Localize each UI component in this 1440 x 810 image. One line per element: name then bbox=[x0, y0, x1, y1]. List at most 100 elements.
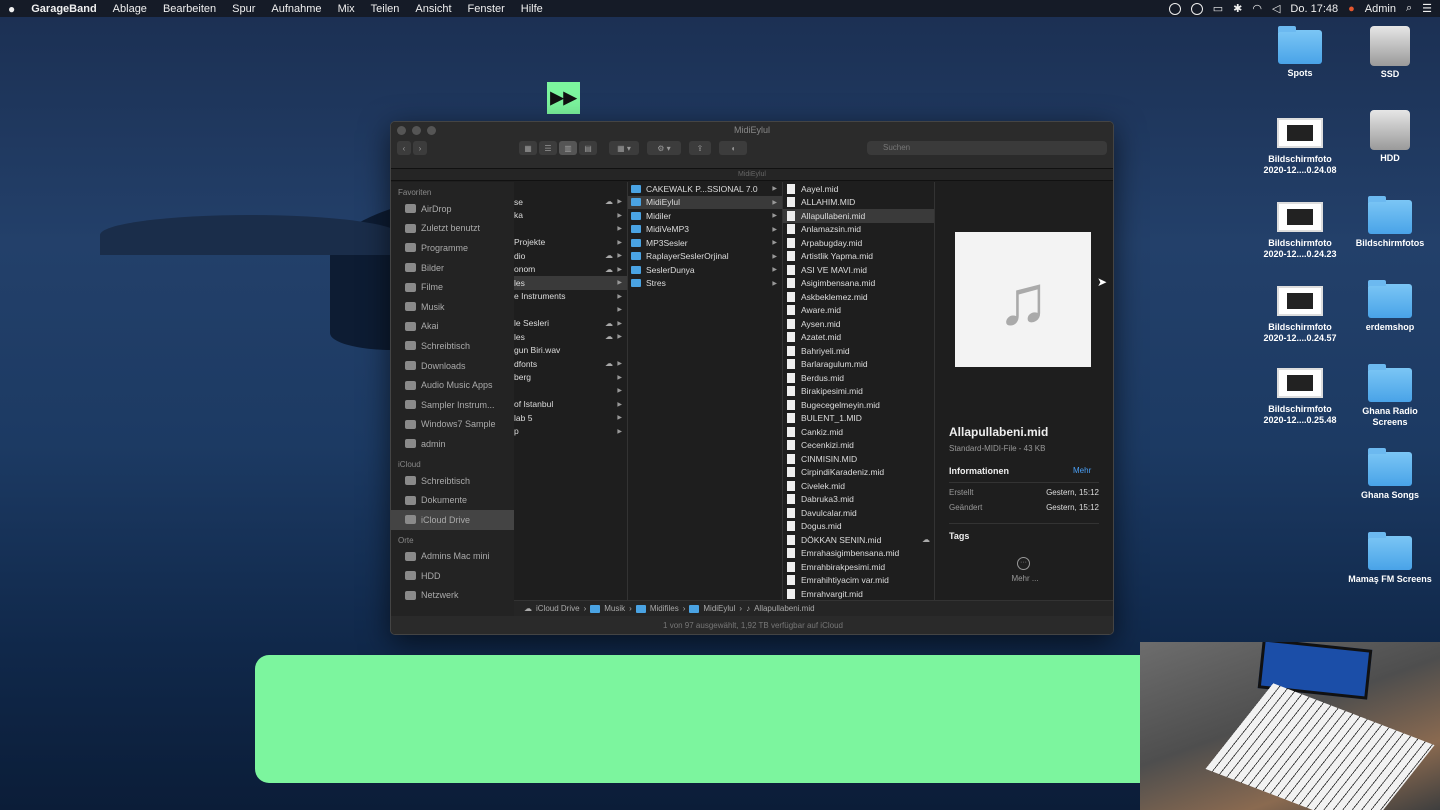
file-item[interactable]: Asigimbensana.mid bbox=[783, 277, 934, 291]
list-item[interactable]: of Istanbul ▶ bbox=[514, 398, 627, 412]
file-item[interactable]: Emrahasigimbensana.mid bbox=[783, 547, 934, 561]
sidebar-item-mac-mini[interactable]: Admins Mac mini bbox=[391, 547, 514, 567]
file-item[interactable]: DÖKKAN SENIN.mid ☁ bbox=[783, 533, 934, 547]
file-item[interactable]: Aysen.mid bbox=[783, 317, 934, 331]
sidebar-item-icloud-documents[interactable]: Dokumente bbox=[391, 490, 514, 510]
file-item[interactable]: Birakipesimi.mid bbox=[783, 385, 934, 399]
tag-button[interactable]: ◖ bbox=[719, 141, 747, 155]
path-item-midifiles[interactable]: Midifiles bbox=[650, 604, 679, 613]
desktop-icon-mamas-fm[interactable]: Mamaş FM Screens bbox=[1348, 532, 1432, 585]
desktop-icon-screenshot-1[interactable]: Bildschirmfoto 2020-12....0.24.08 bbox=[1258, 118, 1342, 176]
menu-clock[interactable]: Do. 17:48 bbox=[1290, 3, 1338, 15]
path-item-midieylul[interactable]: MidiEylul bbox=[703, 604, 735, 613]
list-item[interactable]: berg ▶ bbox=[514, 371, 627, 385]
desktop-icon-erdemshop[interactable]: erdemshop bbox=[1348, 280, 1432, 333]
list-item[interactable]: onom ☁ ▶ bbox=[514, 263, 627, 277]
info-icon[interactable] bbox=[1190, 2, 1203, 15]
file-item[interactable]: Askbeklemez.mid bbox=[783, 290, 934, 304]
sidebar-item-downloads[interactable]: Downloads bbox=[391, 356, 514, 376]
list-item[interactable]: ▶ bbox=[514, 384, 627, 398]
file-item[interactable]: Dabruka3.mid bbox=[783, 493, 934, 507]
list-item[interactable]: dio ☁ ▶ bbox=[514, 249, 627, 263]
sidebar-item-akai[interactable]: Akai bbox=[391, 317, 514, 337]
path-item-icloud[interactable]: iCloud Drive bbox=[536, 604, 580, 613]
sidebar-item-applications[interactable]: Programme bbox=[391, 238, 514, 258]
file-item[interactable]: Davulcalar.mid bbox=[783, 506, 934, 520]
list-item[interactable]: RaplayerSeslerOrjinal ▶ bbox=[628, 250, 782, 264]
menu-ansicht[interactable]: Ansicht bbox=[407, 3, 459, 15]
desktop-icon-screenshot-4[interactable]: Bildschirmfoto 2020-12....0.25.48 bbox=[1258, 368, 1342, 426]
desktop-icon-ghana-radio[interactable]: Ghana Radio Screens bbox=[1348, 364, 1432, 428]
airplay-icon[interactable]: ▭ bbox=[1213, 2, 1223, 15]
file-item-selected[interactable]: Allapullabeni.mid bbox=[783, 209, 934, 223]
gallery-view-button[interactable]: ▤ bbox=[579, 141, 597, 155]
action-gear-button[interactable]: ⚙ ▾ bbox=[647, 141, 681, 155]
list-item[interactable]: se ☁ ▶ bbox=[514, 195, 627, 209]
file-item[interactable]: Aayel.mid bbox=[783, 182, 934, 196]
list-item[interactable]: Projekte ▶ bbox=[514, 236, 627, 250]
list-item[interactable]: les ☁ ▶ bbox=[514, 330, 627, 344]
desktop-icon-ghana-songs[interactable]: Ghana Songs bbox=[1348, 448, 1432, 501]
file-item[interactable]: Anlamazsin.mid bbox=[783, 223, 934, 237]
file-item[interactable]: Cankiz.mid bbox=[783, 425, 934, 439]
menu-bearbeiten[interactable]: Bearbeiten bbox=[155, 3, 224, 15]
volume-icon[interactable]: ◁ bbox=[1272, 2, 1280, 15]
file-item[interactable]: Berdus.mid bbox=[783, 371, 934, 385]
path-item-file[interactable]: Allapullabeni.mid bbox=[754, 604, 814, 613]
file-item[interactable]: Emrahihtiyacim var.mid bbox=[783, 574, 934, 588]
wifi-icon[interactable]: ◠ bbox=[1252, 2, 1262, 15]
sidebar-item-icloud-drive[interactable]: iCloud Drive bbox=[391, 509, 514, 530]
notification-center-icon[interactable]: ☰ bbox=[1422, 2, 1432, 15]
sidebar-item-windows7[interactable]: Windows7 Sample bbox=[391, 415, 514, 435]
forward-button[interactable]: › bbox=[413, 141, 427, 155]
list-item[interactable]: le Sesleri ☁ ▶ bbox=[514, 317, 627, 331]
accessibility-icon[interactable] bbox=[1168, 2, 1181, 15]
menu-aufnahme[interactable]: Aufnahme bbox=[263, 3, 329, 15]
file-item[interactable]: ALLAHIM.MID bbox=[783, 196, 934, 210]
menu-user[interactable]: Admin bbox=[1365, 3, 1396, 15]
file-item[interactable]: Bugecegelmeyin.mid bbox=[783, 398, 934, 412]
file-item[interactable]: CINMISIN.MID bbox=[783, 452, 934, 466]
list-item-selected[interactable]: les ▶ bbox=[514, 276, 627, 290]
desktop-icon-screenshot-2[interactable]: Bildschirmfoto 2020-12....0.24.23 bbox=[1258, 202, 1342, 260]
menu-ablage[interactable]: Ablage bbox=[105, 3, 155, 15]
list-item[interactable]: p ▶ bbox=[514, 425, 627, 439]
apple-menu-icon[interactable]: ● bbox=[0, 2, 23, 16]
list-item[interactable]: Midiler ▶ bbox=[628, 209, 782, 223]
list-item[interactable]: MidiVeMP3 ▶ bbox=[628, 223, 782, 237]
desktop-icon-ssd[interactable]: SSD bbox=[1348, 26, 1432, 80]
file-item[interactable]: Emrahvargit.mid bbox=[783, 587, 934, 600]
search-field[interactable]: Suchen bbox=[867, 141, 1107, 155]
sidebar-item-audio-music-apps[interactable]: Audio Music Apps bbox=[391, 375, 514, 395]
list-item[interactable]: ka ▶ bbox=[514, 209, 627, 223]
file-item[interactable]: Artistlik Yapma.mid bbox=[783, 250, 934, 264]
back-button[interactable]: ‹ bbox=[397, 141, 411, 155]
list-item[interactable]: lab 5 ▶ bbox=[514, 411, 627, 425]
sidebar-item-admin[interactable]: admin bbox=[391, 434, 514, 454]
list-item[interactable]: MP3Sesler ▶ bbox=[628, 236, 782, 250]
list-view-button[interactable]: ☰ bbox=[539, 141, 557, 155]
file-item[interactable]: Bahriyeli.mid bbox=[783, 344, 934, 358]
desktop-icon-screenshot-3[interactable]: Bildschirmfoto 2020-12....0.24.57 bbox=[1258, 286, 1342, 344]
sidebar-item-pictures[interactable]: Bilder bbox=[391, 258, 514, 278]
menu-hilfe[interactable]: Hilfe bbox=[513, 3, 551, 15]
share-button[interactable]: ⇪ bbox=[689, 141, 711, 155]
spotlight-icon[interactable]: ⌕ bbox=[1406, 2, 1412, 15]
list-item[interactable]: Stres ▶ bbox=[628, 277, 782, 291]
desktop-icon-hdd[interactable]: HDD bbox=[1348, 110, 1432, 164]
column-view-button[interactable]: ▥ bbox=[559, 141, 577, 155]
menu-mix[interactable]: Mix bbox=[330, 3, 363, 15]
file-item[interactable]: ASI VE MAVI.mid bbox=[783, 263, 934, 277]
icon-view-button[interactable]: ▦ bbox=[519, 141, 537, 155]
group-button[interactable]: ▦ ▾ bbox=[609, 141, 639, 155]
path-item-musik[interactable]: Musik bbox=[604, 604, 625, 613]
fast-forward-button[interactable]: ▶▶ bbox=[547, 82, 580, 114]
sidebar-item-icloud-desktop[interactable]: Schreibtisch bbox=[391, 471, 514, 491]
list-item[interactable]: SeslerDunya ▶ bbox=[628, 263, 782, 277]
file-item[interactable]: Civelek.mid bbox=[783, 479, 934, 493]
file-item[interactable]: Arpabugday.mid bbox=[783, 236, 934, 250]
list-item[interactable]: ▶ bbox=[514, 222, 627, 236]
more-ellipsis-icon[interactable]: ··· bbox=[1017, 557, 1030, 570]
sidebar-item-recents[interactable]: Zuletzt benutzt bbox=[391, 219, 514, 239]
file-item[interactable]: Aware.mid bbox=[783, 304, 934, 318]
